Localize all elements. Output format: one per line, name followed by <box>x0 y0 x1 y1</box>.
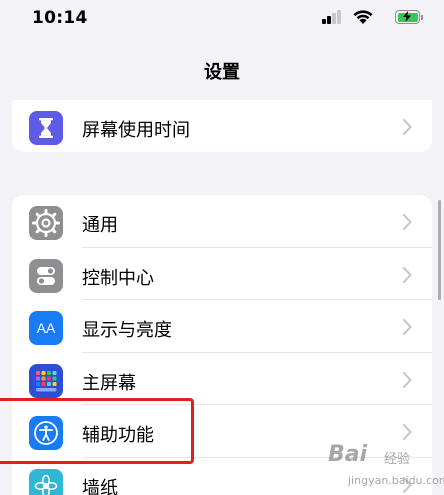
scrollbar[interactable] <box>438 200 441 300</box>
highlight-box <box>0 398 194 464</box>
settings-row-label: 控制中心 <box>82 267 154 289</box>
settings-row-screen-time[interactable]: 屏幕使用时间 <box>12 100 432 152</box>
settings-row-label: 屏幕使用时间 <box>82 120 190 141</box>
flower-icon <box>29 468 63 495</box>
cellular-signal-icon <box>322 10 342 24</box>
aa-icon-text: AA <box>36 320 56 337</box>
status-bar: 10:14 <box>0 0 444 40</box>
gear-icon <box>29 206 63 240</box>
page-title: 设置 <box>204 62 240 83</box>
settings-row-control-center[interactable]: 控制中心 <box>12 248 432 301</box>
chevron-right-icon <box>403 371 412 388</box>
wifi-icon <box>352 9 374 25</box>
settings-group-screen-time: 屏幕使用时间 <box>12 100 432 152</box>
aa-icon: AA <box>29 311 63 346</box>
chevron-right-icon <box>403 424 412 441</box>
settings-row-general[interactable]: 通用 <box>12 195 432 248</box>
settings-row-label: 通用 <box>82 215 118 236</box>
hourglass-icon <box>29 111 63 145</box>
battery-charging-icon <box>395 10 423 24</box>
status-time: 10:14 <box>32 8 88 28</box>
watermark-sub: 经验 <box>384 452 411 467</box>
status-icons <box>304 10 424 26</box>
chevron-right-icon <box>403 119 412 135</box>
chevron-right-icon <box>403 319 412 336</box>
settings-row-label: 主屏幕 <box>82 372 136 394</box>
watermark-url: jingyan.baidu.com <box>348 474 444 487</box>
watermark-brand: Bai <box>328 442 368 467</box>
toggles-icon <box>29 258 63 293</box>
home-grid-icon <box>29 363 63 398</box>
chevron-right-icon <box>403 214 412 230</box>
settings-row-display-brightness[interactable]: AA 显示与亮度 <box>12 300 432 353</box>
chevron-right-icon <box>403 266 412 283</box>
watermark: Bai 经验 jingyan.baidu.com <box>328 440 444 492</box>
settings-row-label: 显示与亮度 <box>82 320 172 342</box>
settings-row-label: 墙纸 <box>82 477 118 495</box>
